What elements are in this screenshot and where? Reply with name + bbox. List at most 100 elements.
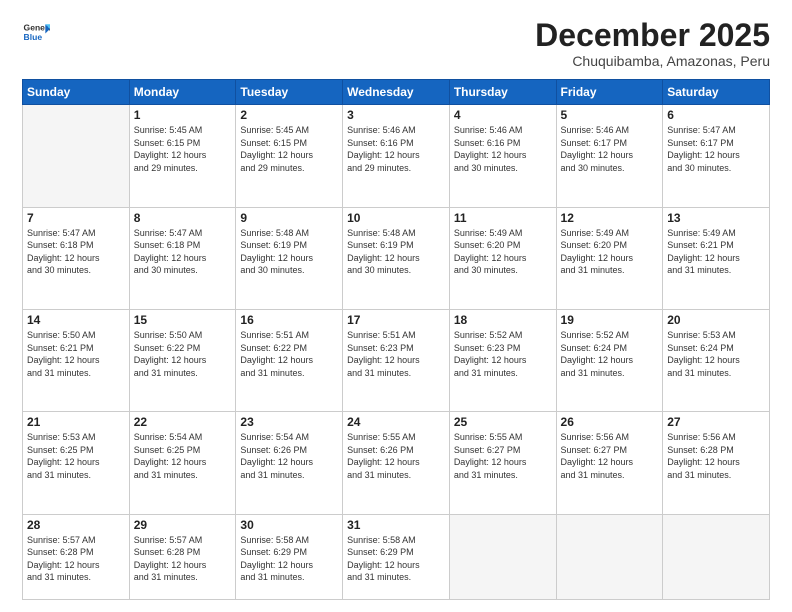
- day-info: Sunrise: 5:56 AM Sunset: 6:27 PM Dayligh…: [561, 431, 659, 481]
- day-number: 24: [347, 415, 445, 429]
- day-number: 21: [27, 415, 125, 429]
- calendar-cell: 29Sunrise: 5:57 AM Sunset: 6:28 PM Dayli…: [129, 514, 236, 599]
- day-number: 10: [347, 211, 445, 225]
- day-info: Sunrise: 5:57 AM Sunset: 6:28 PM Dayligh…: [27, 534, 125, 584]
- calendar-cell: 24 Sunrise: 5:55 AM Sunset: 6:26 PM Dayli…: [343, 412, 450, 514]
- calendar-week-5: 28 Sunrise: 5:57 AM Sunset: 6:28 PM Dayli…: [23, 514, 770, 599]
- calendar-cell: 25Sunrise: 5:55 AM Sunset: 6:27 PM Dayli…: [449, 412, 556, 514]
- calendar-week-4: 21 Sunrise: 5:53 AM Sunset: 6:25 PM Dayli…: [23, 412, 770, 514]
- col-header-sunday: Sunday: [23, 80, 130, 105]
- calendar-cell: 5 Sunrise: 5:46 AM Sunset: 6:17 PM Daylig…: [556, 105, 663, 207]
- day-number: 20: [667, 313, 765, 327]
- day-number: 16: [240, 313, 338, 327]
- calendar-week-3: 14Sunrise: 5:50 AM Sunset: 6:21 PM Dayli…: [23, 309, 770, 411]
- calendar-header-row: SundayMondayTuesdayWednesdayThursdayFrid…: [23, 80, 770, 105]
- title-block: December 2025 Chuquibamba, Amazonas, Per…: [535, 18, 770, 69]
- day-info: Sunrise: 5:46 AM Sunset: 6:16 PM Dayligh…: [347, 124, 445, 174]
- day-info: Sunrise: 5:54 AM Sunset: 6:25 PM Dayligh…: [134, 431, 232, 481]
- day-number: 27: [667, 415, 765, 429]
- day-number: 14: [27, 313, 125, 327]
- day-info: Sunrise: 5:45 AM Sunset: 6:15 PM Dayligh…: [240, 124, 338, 174]
- day-info: Sunrise: 5:55 AM Sunset: 6:26 PM Dayligh…: [347, 431, 445, 481]
- day-info: Sunrise: 5:58 AM Sunset: 6:29 PM Dayligh…: [347, 534, 445, 584]
- day-info: Sunrise: 5:49 AM Sunset: 6:20 PM Dayligh…: [454, 227, 552, 277]
- day-number: 13: [667, 211, 765, 225]
- calendar-cell: 27 Sunrise: 5:56 AM Sunset: 6:28 PM Dayli…: [663, 412, 770, 514]
- logo: General Blue: [22, 18, 50, 46]
- day-info: Sunrise: 5:47 AM Sunset: 6:17 PM Dayligh…: [667, 124, 765, 174]
- col-header-wednesday: Wednesday: [343, 80, 450, 105]
- day-info: Sunrise: 5:54 AM Sunset: 6:26 PM Dayligh…: [240, 431, 338, 481]
- day-number: 6: [667, 108, 765, 122]
- calendar-cell: 11 Sunrise: 5:49 AM Sunset: 6:20 PM Dayli…: [449, 207, 556, 309]
- calendar-cell: 7 Sunrise: 5:47 AM Sunset: 6:18 PM Daylig…: [23, 207, 130, 309]
- day-number: 9: [240, 211, 338, 225]
- col-header-tuesday: Tuesday: [236, 80, 343, 105]
- day-info: Sunrise: 5:47 AM Sunset: 6:18 PM Dayligh…: [134, 227, 232, 277]
- day-info: Sunrise: 5:49 AM Sunset: 6:20 PM Dayligh…: [561, 227, 659, 277]
- calendar-cell: 2 Sunrise: 5:45 AM Sunset: 6:15 PM Daylig…: [236, 105, 343, 207]
- col-header-friday: Friday: [556, 80, 663, 105]
- day-info: Sunrise: 5:52 AM Sunset: 6:24 PM Dayligh…: [561, 329, 659, 379]
- day-number: 7: [27, 211, 125, 225]
- day-info: Sunrise: 5:45 AM Sunset: 6:15 PM Dayligh…: [134, 124, 232, 174]
- day-info: Sunrise: 5:56 AM Sunset: 6:28 PM Dayligh…: [667, 431, 765, 481]
- day-number: 8: [134, 211, 232, 225]
- day-info: Sunrise: 5:50 AM Sunset: 6:22 PM Dayligh…: [134, 329, 232, 379]
- day-info: Sunrise: 5:48 AM Sunset: 6:19 PM Dayligh…: [347, 227, 445, 277]
- calendar-cell: 28 Sunrise: 5:57 AM Sunset: 6:28 PM Dayli…: [23, 514, 130, 599]
- day-number: 22: [134, 415, 232, 429]
- calendar-cell: [663, 514, 770, 599]
- calendar-week-2: 7 Sunrise: 5:47 AM Sunset: 6:18 PM Daylig…: [23, 207, 770, 309]
- calendar-cell: [23, 105, 130, 207]
- calendar-cell: 14Sunrise: 5:50 AM Sunset: 6:21 PM Dayli…: [23, 309, 130, 411]
- calendar-cell: [556, 514, 663, 599]
- calendar-cell: 22 Sunrise: 5:54 AM Sunset: 6:25 PM Dayli…: [129, 412, 236, 514]
- month-title: December 2025: [535, 18, 770, 53]
- day-info: Sunrise: 5:48 AM Sunset: 6:19 PM Dayligh…: [240, 227, 338, 277]
- calendar-cell: 19Sunrise: 5:52 AM Sunset: 6:24 PM Dayli…: [556, 309, 663, 411]
- page: General Blue December 2025 Chuquibamba, …: [0, 0, 792, 612]
- day-number: 30: [240, 518, 338, 532]
- day-number: 5: [561, 108, 659, 122]
- day-number: 25: [454, 415, 552, 429]
- day-number: 23: [240, 415, 338, 429]
- calendar-cell: 12 Sunrise: 5:49 AM Sunset: 6:20 PM Dayli…: [556, 207, 663, 309]
- day-number: 11: [454, 211, 552, 225]
- day-info: Sunrise: 5:46 AM Sunset: 6:16 PM Dayligh…: [454, 124, 552, 174]
- day-info: Sunrise: 5:52 AM Sunset: 6:23 PM Dayligh…: [454, 329, 552, 379]
- day-info: Sunrise: 5:46 AM Sunset: 6:17 PM Dayligh…: [561, 124, 659, 174]
- col-header-thursday: Thursday: [449, 80, 556, 105]
- day-number: 3: [347, 108, 445, 122]
- day-number: 4: [454, 108, 552, 122]
- day-info: Sunrise: 5:51 AM Sunset: 6:23 PM Dayligh…: [347, 329, 445, 379]
- calendar-cell: 20 Sunrise: 5:53 AM Sunset: 6:24 PM Dayli…: [663, 309, 770, 411]
- calendar-cell: 30Sunrise: 5:58 AM Sunset: 6:29 PM Dayli…: [236, 514, 343, 599]
- day-number: 17: [347, 313, 445, 327]
- calendar-cell: 23 Sunrise: 5:54 AM Sunset: 6:26 PM Dayli…: [236, 412, 343, 514]
- calendar-cell: 15 Sunrise: 5:50 AM Sunset: 6:22 PM Dayli…: [129, 309, 236, 411]
- calendar-cell: 4 Sunrise: 5:46 AM Sunset: 6:16 PM Daylig…: [449, 105, 556, 207]
- calendar-cell: 18 Sunrise: 5:52 AM Sunset: 6:23 PM Dayli…: [449, 309, 556, 411]
- day-number: 15: [134, 313, 232, 327]
- calendar-cell: 31Sunrise: 5:58 AM Sunset: 6:29 PM Dayli…: [343, 514, 450, 599]
- day-number: 28: [27, 518, 125, 532]
- day-number: 12: [561, 211, 659, 225]
- day-number: 2: [240, 108, 338, 122]
- col-header-saturday: Saturday: [663, 80, 770, 105]
- header: General Blue December 2025 Chuquibamba, …: [22, 18, 770, 69]
- day-info: Sunrise: 5:57 AM Sunset: 6:28 PM Dayligh…: [134, 534, 232, 584]
- calendar-cell: 26 Sunrise: 5:56 AM Sunset: 6:27 PM Dayli…: [556, 412, 663, 514]
- day-number: 26: [561, 415, 659, 429]
- day-info: Sunrise: 5:49 AM Sunset: 6:21 PM Dayligh…: [667, 227, 765, 277]
- calendar-cell: 21 Sunrise: 5:53 AM Sunset: 6:25 PM Dayli…: [23, 412, 130, 514]
- logo-icon: General Blue: [22, 18, 50, 46]
- calendar-cell: 3 Sunrise: 5:46 AM Sunset: 6:16 PM Daylig…: [343, 105, 450, 207]
- calendar-cell: 16Sunrise: 5:51 AM Sunset: 6:22 PM Dayli…: [236, 309, 343, 411]
- day-info: Sunrise: 5:53 AM Sunset: 6:25 PM Dayligh…: [27, 431, 125, 481]
- day-info: Sunrise: 5:53 AM Sunset: 6:24 PM Dayligh…: [667, 329, 765, 379]
- svg-text:Blue: Blue: [24, 32, 43, 42]
- calendar-cell: 9 Sunrise: 5:48 AM Sunset: 6:19 PM Daylig…: [236, 207, 343, 309]
- day-info: Sunrise: 5:47 AM Sunset: 6:18 PM Dayligh…: [27, 227, 125, 277]
- day-number: 18: [454, 313, 552, 327]
